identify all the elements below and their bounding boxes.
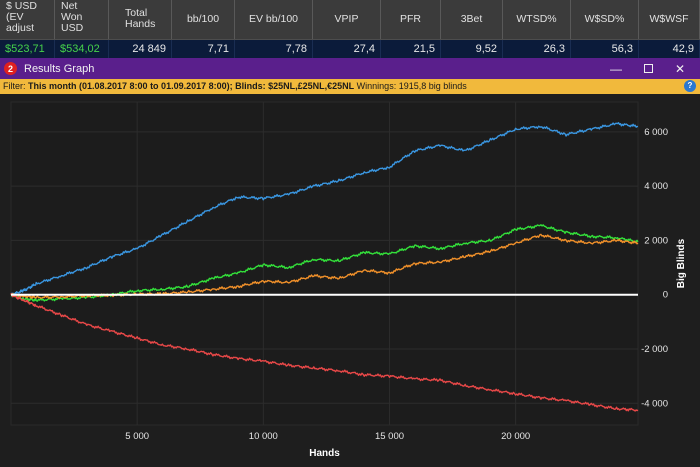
app-icon: 2 <box>4 62 17 75</box>
value-usd-ev-adjusted: $523,71 <box>0 40 55 59</box>
stats-table: $ USD (EV adjust Net Won USD Total Hands… <box>0 0 700 59</box>
value-total-hands: 24 849 <box>109 40 172 59</box>
y-tick-label: 6 000 <box>644 127 668 138</box>
col-header-ev-bb100[interactable]: EV bb/100 <box>235 0 313 39</box>
filter-bar[interactable]: Filter: This month (01.08.2017 8:00 to 0… <box>0 79 700 94</box>
y-tick-label: 2 000 <box>644 235 668 246</box>
y-axis-title: Big Blinds <box>676 238 687 288</box>
results-chart[interactable]: 5 000 10 000 15 000 20 000 6 000 4 000 2 000 0 -… <box>0 94 700 467</box>
filter-period: This month (01.08.2017 8:00 to 01.09.201… <box>28 81 230 91</box>
col-header-net-won-usd[interactable]: Net Won USD <box>55 0 109 39</box>
value-wwsf: 42,9 <box>639 40 700 59</box>
value-bb100: 7,71 <box>172 40 235 59</box>
col-header-pfr[interactable]: PFR <box>381 0 441 39</box>
window-title: Results Graph <box>24 62 95 75</box>
value-3bet: 9,52 <box>441 40 503 59</box>
value-net-won-usd: $534,02 <box>55 40 109 59</box>
plot-area[interactable] <box>10 101 639 426</box>
maximize-button[interactable] <box>634 58 662 79</box>
window-title-bar[interactable]: 2 Results Graph — ✕ <box>0 58 700 79</box>
x-tick-label: 15 000 <box>375 431 404 442</box>
col-header-wsd[interactable]: W$SD% <box>571 0 639 39</box>
filter-blinds: ; Blinds: $25NL,£25NL,€25NL <box>229 81 355 91</box>
results-graph[interactable]: 5 000 10 000 15 000 20 000 6 000 4 000 2 000 0 -… <box>0 94 700 467</box>
col-header-wwsf[interactable]: W$WSF <box>639 0 700 39</box>
stats-values-row[interactable]: $523,71 $534,02 24 849 7,71 7,78 27,4 21… <box>0 39 700 59</box>
value-ev-bb100: 7,78 <box>235 40 313 59</box>
close-button[interactable]: ✕ <box>666 58 694 79</box>
y-tick-label: -4 000 <box>641 398 668 409</box>
value-wsd: 56,3 <box>571 40 639 59</box>
col-header-total-hands[interactable]: Total Hands <box>109 0 172 39</box>
x-axis-title: Hands <box>309 448 340 459</box>
filter-label: Filter: <box>3 81 26 91</box>
minimize-button[interactable]: — <box>602 58 630 79</box>
x-tick-label: 20 000 <box>501 431 530 442</box>
stats-header-row: $ USD (EV adjust Net Won USD Total Hands… <box>0 0 700 39</box>
x-tick-label: 5 000 <box>125 431 149 442</box>
maximize-icon <box>643 64 653 73</box>
y-tick-label: -2 000 <box>641 344 668 355</box>
col-header-bb100[interactable]: bb/100 <box>172 0 235 39</box>
y-tick-label: 4 000 <box>644 181 668 192</box>
help-icon[interactable]: ? <box>684 80 696 92</box>
value-wtsd: 26,3 <box>503 40 571 59</box>
filter-winnings: Winnings: 1915,8 big blinds <box>354 81 467 91</box>
x-tick-label: 10 000 <box>249 431 278 442</box>
col-header-3bet[interactable]: 3Bet <box>441 0 503 39</box>
value-pfr: 21,5 <box>381 40 441 59</box>
y-tick-label: 0 <box>663 290 668 301</box>
col-header-vpip[interactable]: VPIP <box>313 0 381 39</box>
col-header-usd-ev-adjusted[interactable]: $ USD (EV adjust <box>0 0 55 39</box>
value-vpip: 27,4 <box>313 40 381 59</box>
col-header-wtsd[interactable]: WTSD% <box>503 0 571 39</box>
